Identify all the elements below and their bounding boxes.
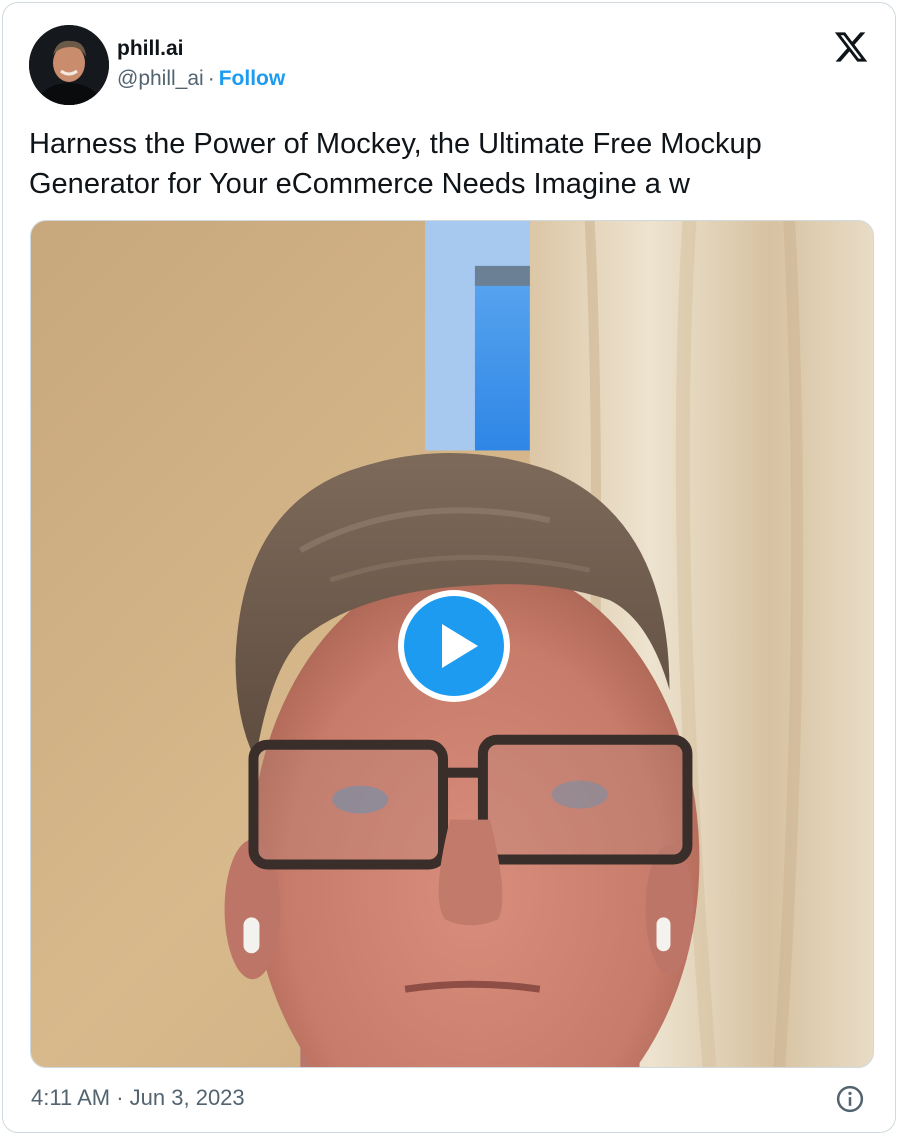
x-logo-icon[interactable] <box>833 29 869 65</box>
tweet-embed-card: phill.ai @phill_ai · Follow Harness the Po… <box>2 2 896 1133</box>
author-display-name[interactable]: phill.ai <box>117 36 285 62</box>
tweet-footer: 4:11 AM · Jun 3, 2023 <box>31 1083 245 1113</box>
author-avatar[interactable] <box>29 25 109 105</box>
tweet-header: phill.ai @phill_ai · Follow <box>29 25 285 105</box>
avatar-photo <box>29 25 109 105</box>
tweet-time[interactable]: 4:11 AM <box>31 1085 110 1110</box>
footer-separator: · <box>116 1085 124 1110</box>
author-handle[interactable]: @phill_ai <box>117 67 204 90</box>
play-icon[interactable] <box>394 586 514 706</box>
handle-separator: · <box>207 67 215 90</box>
author-info: phill.ai @phill_ai · Follow <box>117 36 285 94</box>
author-handle-row: @phill_ai · Follow <box>117 64 285 94</box>
follow-link[interactable]: Follow <box>219 67 286 90</box>
tweet-date[interactable]: Jun 3, 2023 <box>130 1085 245 1110</box>
info-icon[interactable] <box>835 1084 865 1114</box>
video-player[interactable] <box>30 220 874 1068</box>
tweet-text: Harness the Power of Mockey, the Ultimat… <box>29 128 762 200</box>
